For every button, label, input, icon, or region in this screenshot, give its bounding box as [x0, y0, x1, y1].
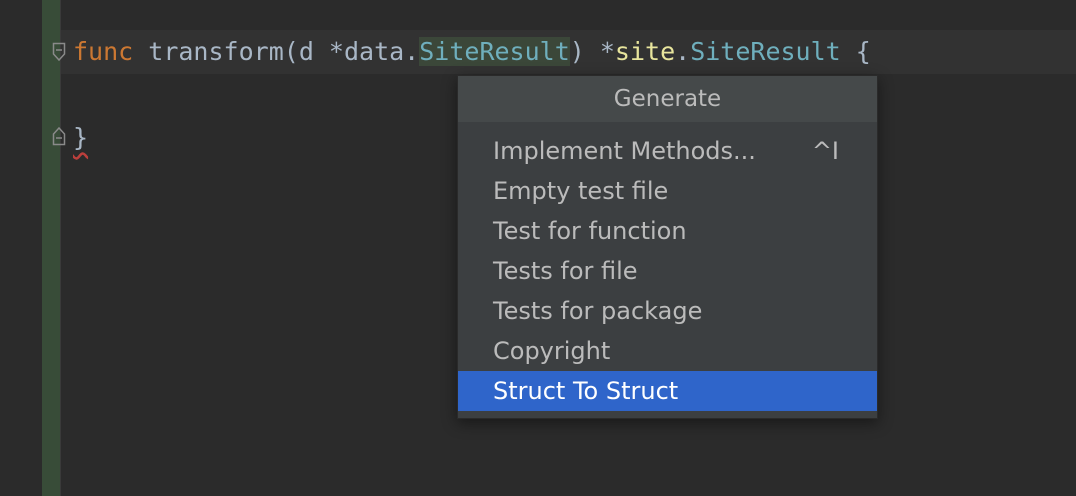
close-paren: ): [569, 37, 585, 66]
param-package: data.: [343, 37, 420, 66]
gutter-divider: [60, 0, 61, 496]
generate-popup: Generate Implement Methods... ^I Empty t…: [457, 75, 878, 419]
fold-collapse-icon[interactable]: [52, 42, 66, 62]
popup-title: Generate: [458, 76, 877, 122]
menu-item-tests-for-package[interactable]: Tests for package: [458, 291, 877, 331]
menu-item-implement-methods[interactable]: Implement Methods... ^I: [458, 131, 877, 171]
menu-item-struct-to-struct[interactable]: Struct To Struct: [458, 371, 877, 411]
menu-item-label: Empty test file: [493, 177, 669, 205]
keyword-func: func: [73, 37, 134, 66]
menu-item-label: Tests for file: [493, 257, 638, 285]
return-dot: .: [675, 37, 691, 66]
return-package: site: [614, 37, 676, 66]
function-name: transform: [148, 37, 284, 66]
code-line-func-signature[interactable]: func transform(d *data.SiteResult) *site…: [73, 30, 871, 74]
menu-item-empty-test-file[interactable]: Empty test file: [458, 171, 877, 211]
menu-item-label: Implement Methods...: [493, 137, 756, 165]
open-brace: {: [840, 37, 871, 66]
param-name: d *: [298, 37, 344, 66]
menu-item-test-for-function[interactable]: Test for function: [458, 211, 877, 251]
menu-item-tests-for-file[interactable]: Tests for file: [458, 251, 877, 291]
generate-menu-list: Implement Methods... ^I Empty test file …: [458, 131, 877, 411]
param-type-selected: SiteResult: [419, 37, 570, 66]
code-editor[interactable]: func transform(d *data.SiteResult) *site…: [0, 0, 1076, 496]
menu-item-label: Struct To Struct: [493, 377, 679, 405]
close-brace-error: }: [73, 123, 89, 152]
menu-item-copyright[interactable]: Copyright: [458, 331, 877, 371]
return-pointer: *: [584, 37, 615, 66]
menu-item-label: Test for function: [493, 217, 687, 245]
menu-item-label: Copyright: [493, 337, 611, 365]
open-paren: (: [283, 37, 299, 66]
menu-item-label: Tests for package: [493, 297, 703, 325]
menu-item-shortcut: ^I: [811, 137, 839, 165]
fold-end-icon[interactable]: [52, 126, 66, 146]
code-line-closing-brace[interactable]: }: [73, 116, 88, 160]
return-type: SiteResult: [690, 37, 841, 66]
vcs-change-marker: [42, 0, 60, 496]
